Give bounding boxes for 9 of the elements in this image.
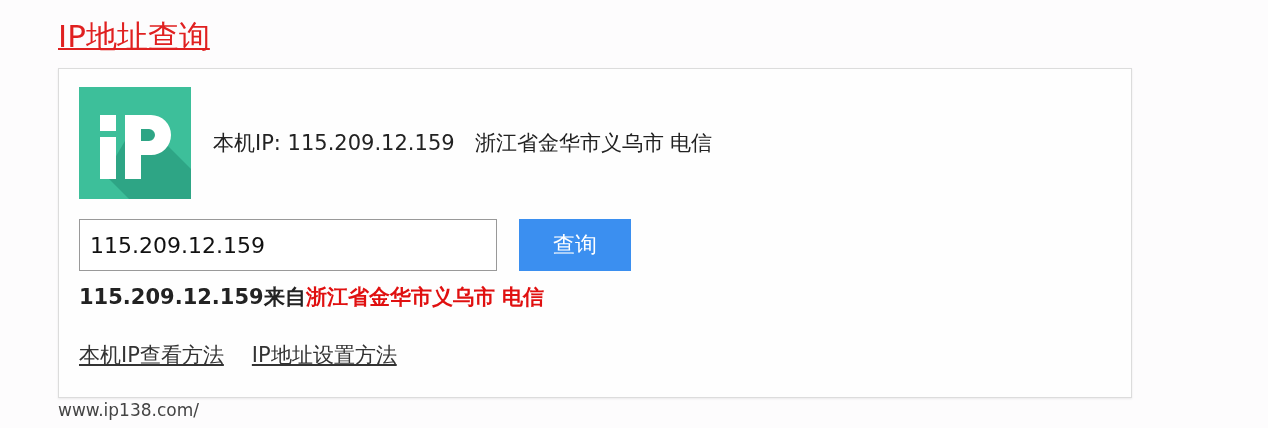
ip-logo-icon [79,87,191,199]
result-ip-text: 115.209.12.159来自 [79,284,306,311]
help-link[interactable]: IP地址设置方法 [251,341,397,369]
help-link[interactable]: 本机IP查看方法 [79,341,224,369]
result-location-text: 浙江省金华市义乌市 电信 [305,284,544,311]
local-ip-text: 本机IP: 115.209.12.159 浙江省金华市义乌市 电信 [213,130,713,157]
page-title[interactable]: IP地址查询 [58,14,210,58]
ip-input-field[interactable]: 115.209.12.159 [79,219,497,271]
site-url: www.ip138.com/ [58,400,200,420]
